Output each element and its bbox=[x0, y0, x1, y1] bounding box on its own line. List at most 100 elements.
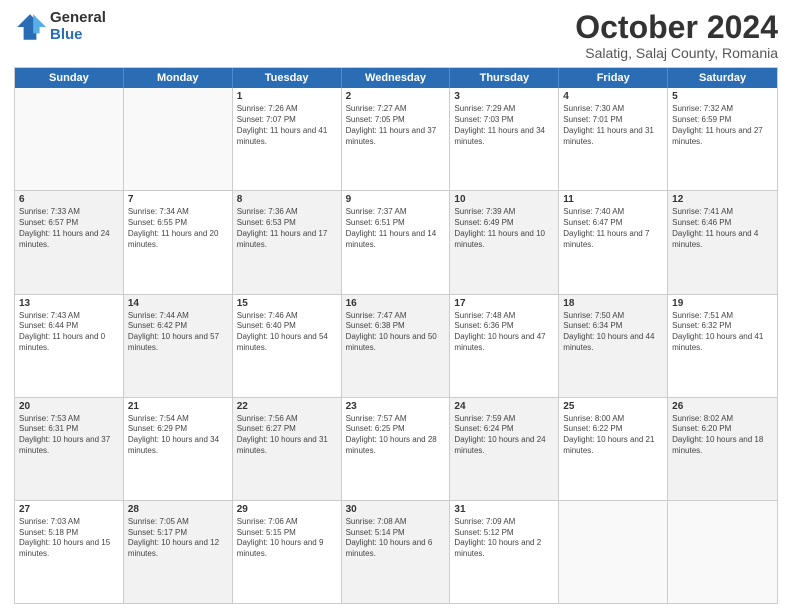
day-of-week-tuesday: Tuesday bbox=[233, 68, 342, 88]
day-number: 3 bbox=[454, 91, 554, 102]
cell-info: Sunrise: 7:59 AMSunset: 6:24 PMDaylight:… bbox=[454, 414, 554, 457]
day-of-week-friday: Friday bbox=[559, 68, 668, 88]
cell-info: Sunrise: 7:30 AMSunset: 7:01 PMDaylight:… bbox=[563, 104, 663, 147]
day-number: 5 bbox=[672, 91, 773, 102]
day-of-week-sunday: Sunday bbox=[15, 68, 124, 88]
calendar-cell: 25 Sunrise: 8:00 AMSunset: 6:22 PMDayligh… bbox=[559, 398, 668, 500]
calendar-cell: 30Sunrise: 7:08 AMSunset: 5:14 PMDayligh… bbox=[342, 501, 451, 603]
cell-info: Sunrise: 7:40 AMSunset: 6:47 PMDaylight:… bbox=[563, 207, 663, 250]
calendar: SundayMondayTuesdayWednesdayThursdayFrid… bbox=[14, 67, 778, 604]
day-of-week-saturday: Saturday bbox=[668, 68, 777, 88]
cell-info: Sunrise: 7:34 AMSunset: 6:55 PMDaylight:… bbox=[128, 207, 228, 250]
calendar-cell: 7 Sunrise: 7:34 AMSunset: 6:55 PMDaylight… bbox=[124, 191, 233, 293]
calendar-cell: 15 Sunrise: 7:46 AMSunset: 6:40 PMDayligh… bbox=[233, 295, 342, 397]
day-number: 7 bbox=[128, 194, 228, 205]
day-number: 6 bbox=[19, 194, 119, 205]
calendar-cell bbox=[124, 88, 233, 190]
cell-info: Sunrise: 7:48 AMSunset: 6:36 PMDaylight:… bbox=[454, 311, 554, 354]
day-number: 20 bbox=[19, 401, 119, 412]
day-number: 21 bbox=[128, 401, 228, 412]
cell-info: Sunrise: 7:29 AMSunset: 7:03 PMDaylight:… bbox=[454, 104, 554, 147]
day-number: 22 bbox=[237, 401, 337, 412]
day-number: 17 bbox=[454, 298, 554, 309]
cell-info: Sunrise: 7:53 AMSunset: 6:31 PMDaylight:… bbox=[19, 414, 119, 457]
day-number: 29 bbox=[237, 504, 337, 515]
day-number: 26 bbox=[672, 401, 773, 412]
day-number: 13 bbox=[19, 298, 119, 309]
day-number: 12 bbox=[672, 194, 773, 205]
day-number: 2 bbox=[346, 91, 446, 102]
calendar-cell: 29 Sunrise: 7:06 AMSunset: 5:15 PMDayligh… bbox=[233, 501, 342, 603]
calendar-row-3: 13Sunrise: 7:43 AMSunset: 6:44 PMDayligh… bbox=[15, 294, 777, 397]
day-of-week-monday: Monday bbox=[124, 68, 233, 88]
cell-info: Sunrise: 7:33 AMSunset: 6:57 PMDaylight:… bbox=[19, 207, 119, 250]
cell-info: Sunrise: 7:32 AMSunset: 6:59 PMDaylight:… bbox=[672, 104, 773, 147]
day-number: 27 bbox=[19, 504, 119, 515]
page: General Blue October 2024 Salatig, Salaj… bbox=[0, 0, 792, 612]
calendar-cell: 5 Sunrise: 7:32 AMSunset: 6:59 PMDaylight… bbox=[668, 88, 777, 190]
cell-info: Sunrise: 7:37 AMSunset: 6:51 PMDaylight:… bbox=[346, 207, 446, 250]
header: General Blue October 2024 Salatig, Salaj… bbox=[14, 10, 778, 61]
day-number: 10 bbox=[454, 194, 554, 205]
cell-info: Sunrise: 7:08 AMSunset: 5:14 PMDaylight:… bbox=[346, 517, 446, 560]
day-number: 11 bbox=[563, 194, 663, 205]
logo-blue-text: Blue bbox=[50, 27, 106, 44]
calendar-cell: 12 Sunrise: 7:41 AMSunset: 6:46 PMDayligh… bbox=[668, 191, 777, 293]
day-number: 8 bbox=[237, 194, 337, 205]
cell-info: Sunrise: 7:39 AMSunset: 6:49 PMDaylight:… bbox=[454, 207, 554, 250]
day-number: 28 bbox=[128, 504, 228, 515]
cell-info: Sunrise: 7:46 AMSunset: 6:40 PMDaylight:… bbox=[237, 311, 337, 354]
calendar-cell: 31 Sunrise: 7:09 AMSunset: 5:12 PMDayligh… bbox=[450, 501, 559, 603]
calendar-row-4: 20 Sunrise: 7:53 AMSunset: 6:31 PMDayligh… bbox=[15, 397, 777, 500]
day-of-week-wednesday: Wednesday bbox=[342, 68, 451, 88]
day-number: 15 bbox=[237, 298, 337, 309]
cell-info: Sunrise: 7:41 AMSunset: 6:46 PMDaylight:… bbox=[672, 207, 773, 250]
calendar-cell: 28Sunrise: 7:05 AMSunset: 5:17 PMDayligh… bbox=[124, 501, 233, 603]
cell-info: Sunrise: 8:02 AMSunset: 6:20 PMDaylight:… bbox=[672, 414, 773, 457]
calendar-cell: 27Sunrise: 7:03 AMSunset: 5:18 PMDayligh… bbox=[15, 501, 124, 603]
cell-info: Sunrise: 7:47 AMSunset: 6:38 PMDaylight:… bbox=[346, 311, 446, 354]
cell-info: Sunrise: 7:26 AMSunset: 7:07 PMDaylight:… bbox=[237, 104, 337, 147]
logo-icon bbox=[14, 11, 46, 43]
day-number: 24 bbox=[454, 401, 554, 412]
cell-info: Sunrise: 7:09 AMSunset: 5:12 PMDaylight:… bbox=[454, 517, 554, 560]
calendar-cell bbox=[559, 501, 668, 603]
cell-info: Sunrise: 7:50 AMSunset: 6:34 PMDaylight:… bbox=[563, 311, 663, 354]
cell-info: Sunrise: 7:36 AMSunset: 6:53 PMDaylight:… bbox=[237, 207, 337, 250]
logo-general-text: General bbox=[50, 10, 106, 27]
cell-info: Sunrise: 7:54 AMSunset: 6:29 PMDaylight:… bbox=[128, 414, 228, 457]
cell-info: Sunrise: 7:06 AMSunset: 5:15 PMDaylight:… bbox=[237, 517, 337, 560]
cell-info: Sunrise: 8:00 AMSunset: 6:22 PMDaylight:… bbox=[563, 414, 663, 457]
calendar-cell: 14 Sunrise: 7:44 AMSunset: 6:42 PMDayligh… bbox=[124, 295, 233, 397]
calendar-cell: 6 Sunrise: 7:33 AMSunset: 6:57 PMDaylight… bbox=[15, 191, 124, 293]
calendar-cell: 16Sunrise: 7:47 AMSunset: 6:38 PMDayligh… bbox=[342, 295, 451, 397]
day-of-week-thursday: Thursday bbox=[450, 68, 559, 88]
calendar-cell: 4Sunrise: 7:30 AMSunset: 7:01 PMDaylight… bbox=[559, 88, 668, 190]
day-number: 23 bbox=[346, 401, 446, 412]
calendar-cell: 24 Sunrise: 7:59 AMSunset: 6:24 PMDayligh… bbox=[450, 398, 559, 500]
cell-info: Sunrise: 7:56 AMSunset: 6:27 PMDaylight:… bbox=[237, 414, 337, 457]
calendar-cell: 8 Sunrise: 7:36 AMSunset: 6:53 PMDaylight… bbox=[233, 191, 342, 293]
day-number: 25 bbox=[563, 401, 663, 412]
calendar-cell: 22 Sunrise: 7:56 AMSunset: 6:27 PMDayligh… bbox=[233, 398, 342, 500]
logo: General Blue bbox=[14, 10, 106, 43]
day-number: 31 bbox=[454, 504, 554, 515]
day-number: 19 bbox=[672, 298, 773, 309]
calendar-cell bbox=[668, 501, 777, 603]
day-number: 18 bbox=[563, 298, 663, 309]
calendar-cell: 1 Sunrise: 7:26 AMSunset: 7:07 PMDaylight… bbox=[233, 88, 342, 190]
calendar-cell: 23Sunrise: 7:57 AMSunset: 6:25 PMDayligh… bbox=[342, 398, 451, 500]
logo-text: General Blue bbox=[50, 10, 106, 43]
calendar-cell: 3 Sunrise: 7:29 AMSunset: 7:03 PMDaylight… bbox=[450, 88, 559, 190]
calendar-cell: 13Sunrise: 7:43 AMSunset: 6:44 PMDayligh… bbox=[15, 295, 124, 397]
day-number: 1 bbox=[237, 91, 337, 102]
calendar-cell: 17 Sunrise: 7:48 AMSunset: 6:36 PMDayligh… bbox=[450, 295, 559, 397]
calendar-cell: 21 Sunrise: 7:54 AMSunset: 6:29 PMDayligh… bbox=[124, 398, 233, 500]
day-number: 14 bbox=[128, 298, 228, 309]
calendar-row-2: 6 Sunrise: 7:33 AMSunset: 6:57 PMDaylight… bbox=[15, 190, 777, 293]
calendar-cell bbox=[15, 88, 124, 190]
calendar-cell: 18 Sunrise: 7:50 AMSunset: 6:34 PMDayligh… bbox=[559, 295, 668, 397]
cell-info: Sunrise: 7:44 AMSunset: 6:42 PMDaylight:… bbox=[128, 311, 228, 354]
calendar-cell: 10 Sunrise: 7:39 AMSunset: 6:49 PMDayligh… bbox=[450, 191, 559, 293]
calendar-row-5: 27Sunrise: 7:03 AMSunset: 5:18 PMDayligh… bbox=[15, 500, 777, 603]
